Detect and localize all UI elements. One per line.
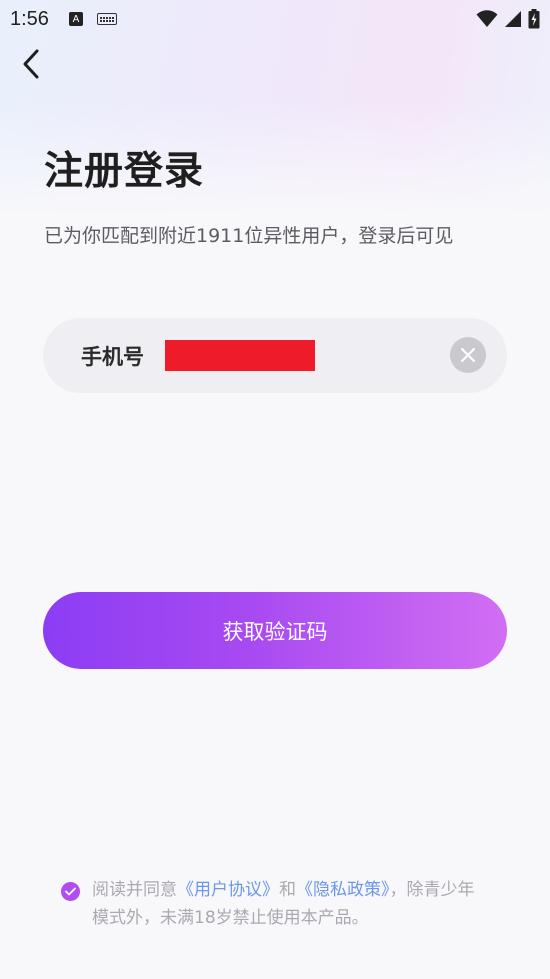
keyboard-icon <box>96 13 117 25</box>
phone-field-label: 手机号 <box>81 345 144 369</box>
agreement-prefix: 阅读并同意 <box>92 880 177 900</box>
agreement: 阅读并同意《用户协议》和《隐私政策》，除青少年模式外，未满18岁禁止使用本产品。 <box>61 876 481 932</box>
agreement-text: 阅读并同意《用户协议》和《隐私政策》，除青少年模式外，未满18岁禁止使用本产品。 <box>92 876 481 932</box>
page-title: 注册登录 <box>44 149 205 194</box>
agreement-conjunction: 和 <box>279 880 296 900</box>
check-icon <box>65 887 76 896</box>
phone-number-redaction[interactable] <box>165 340 315 371</box>
clear-button[interactable] <box>450 337 486 373</box>
agree-checkbox[interactable] <box>61 882 80 901</box>
get-code-button[interactable]: 获取验证码 <box>43 592 507 669</box>
back-button[interactable] <box>14 44 48 84</box>
battery-icon <box>528 9 540 29</box>
phone-field[interactable]: 手机号 <box>43 318 507 393</box>
wifi-icon <box>476 10 498 27</box>
privacy-policy-link[interactable]: 《隐私政策》 <box>296 880 390 900</box>
status-icons <box>476 9 540 29</box>
clear-icon <box>460 347 476 363</box>
page-subtitle: 已为你匹配到附近1911位异性用户，登录后可见 <box>44 225 454 247</box>
back-arrow-icon <box>23 49 39 79</box>
signal-icon <box>505 11 521 27</box>
status-bar: 1:56 A <box>0 0 550 38</box>
user-agreement-link[interactable]: 《用户协议》 <box>177 880 279 900</box>
status-time: 1:56 <box>10 7 49 30</box>
input-method-icon: A <box>68 12 83 26</box>
